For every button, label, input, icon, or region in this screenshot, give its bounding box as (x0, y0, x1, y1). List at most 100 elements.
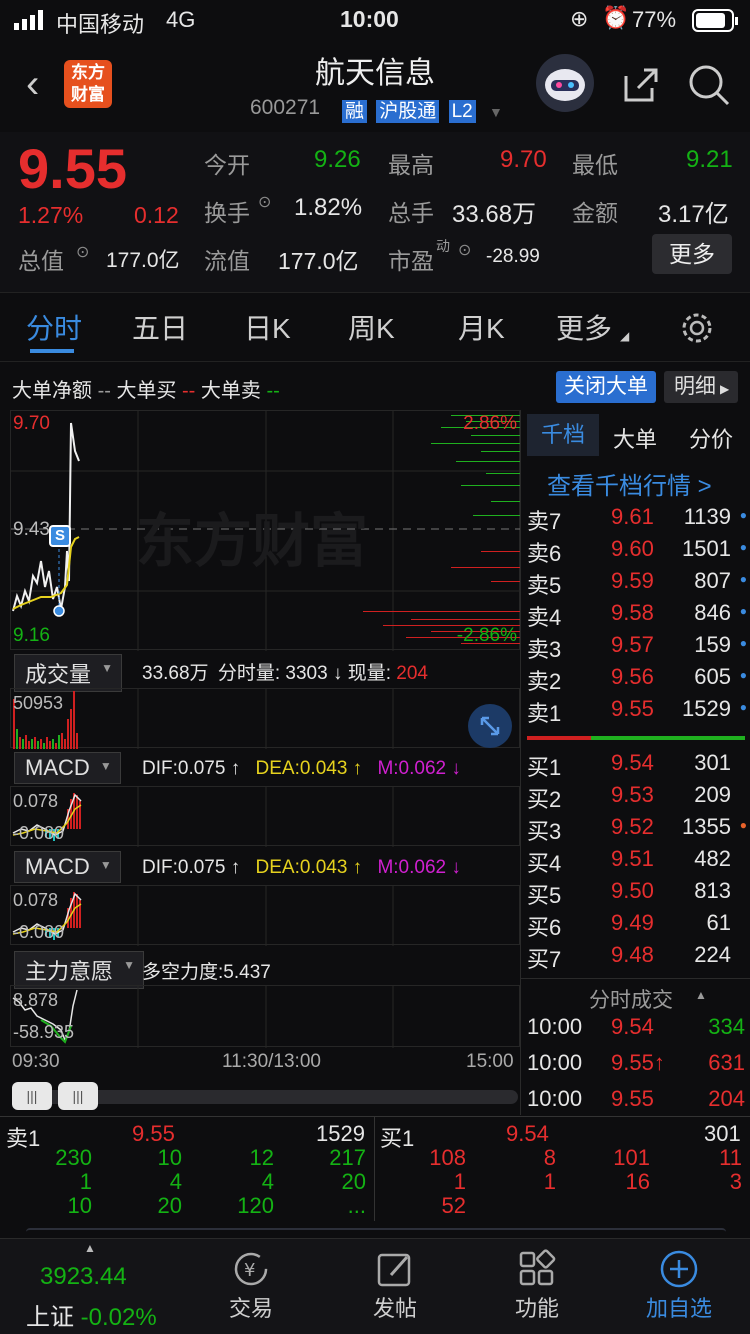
current-volume-value: 204 (396, 663, 428, 684)
open-value: 9.26 (314, 146, 361, 173)
amount-label: 金额 (572, 200, 618, 226)
collapse-up-icon[interactable]: ▲ (695, 988, 707, 1002)
search-icon[interactable] (686, 62, 732, 113)
bid-label: 买4 (527, 851, 562, 876)
queue-sell-price: 9.55 (132, 1121, 175, 1146)
queue-buy-cell: 16 (625, 1169, 650, 1194)
more-button[interactable]: 更多 (652, 234, 732, 274)
tab-daily-k[interactable]: 日K (244, 307, 291, 347)
dropdown-triangle-icon[interactable]: ▼ (489, 104, 503, 120)
ask-volume: 159 (694, 632, 731, 657)
axis-price-high: 9.70 (13, 413, 50, 434)
caret-up-icon[interactable]: ▲ (84, 1241, 96, 1255)
nav-trade[interactable]: ¥ 交易 (196, 1247, 306, 1323)
info-dots-icon[interactable]: ⊙ (76, 242, 89, 262)
index-value[interactable]: 3923.44 (40, 1263, 127, 1291)
s-signal-marker[interactable]: S (49, 525, 71, 547)
info-dots-icon[interactable]: ⊙ (258, 192, 271, 212)
ask-row[interactable]: 卖7 9.61 1139 ● (521, 504, 750, 536)
ask-row[interactable]: 卖2 9.56 605 ● (521, 664, 750, 696)
volume-chart[interactable]: 50953 (10, 688, 520, 749)
bid-volume: 301 (694, 750, 731, 775)
queue-sell-cell: 120 (237, 1193, 274, 1218)
trade-time: 10:00 (527, 1086, 583, 1111)
tab-weekly-k[interactable]: 周K (348, 307, 395, 347)
force-chart[interactable]: 8.878 -58.935 (10, 985, 520, 1048)
nav-functions[interactable]: 功能 (482, 1247, 592, 1323)
high-label: 最高 (388, 152, 434, 178)
bid-row[interactable]: 买7 9.48 224 (521, 942, 750, 974)
bid-row[interactable]: 买4 9.51 482 (521, 846, 750, 878)
badge-l2: L2 (448, 100, 476, 123)
legend-net-label: 大单净额 (12, 380, 92, 402)
share-icon[interactable] (618, 62, 662, 111)
queue-sell-cell: 20 (341, 1169, 366, 1194)
force-selector[interactable]: 主力意愿 (14, 951, 145, 989)
signal-icon (14, 10, 48, 36)
volume-selector[interactable]: 成交量 (14, 654, 123, 692)
tab-thousand-level[interactable]: 千档 (527, 414, 599, 456)
plus-circle-icon (624, 1247, 734, 1291)
ask-label: 卖5 (527, 573, 562, 598)
macd-selector-2[interactable]: MACD (14, 851, 121, 883)
dot-icon: ● (739, 700, 747, 714)
volume-total: 33.68万 (142, 663, 209, 684)
nav-functions-label: 功能 (514, 1296, 559, 1321)
chart-watermark: 东方财富 (136, 507, 368, 575)
bid-row[interactable]: 买2 9.53 209 (521, 782, 750, 814)
pull-handle[interactable] (26, 1228, 726, 1236)
carrier: 中国移动 (56, 12, 145, 37)
view-depth-link[interactable]: 查看千档行情 > (547, 466, 712, 501)
ask-row[interactable]: 卖1 9.55 1529 ● (521, 696, 750, 728)
ask-price: 9.58 (611, 600, 654, 625)
macd-readout: DIF:0.075 ↑ DEA:0.043 ↑ M:0.062 ↓ (142, 758, 461, 780)
ask-row[interactable]: 卖5 9.59 807 ● (521, 568, 750, 600)
legend-net-dash: -- (97, 380, 111, 402)
tab-price-distribution[interactable]: 分价 (689, 422, 733, 454)
macd-chart[interactable]: 0.078 -0.080 (10, 786, 520, 847)
macd-selector[interactable]: MACD (14, 752, 121, 784)
bid-price: 9.52 (611, 814, 654, 839)
bid-row[interactable]: 买6 9.49 61 (521, 910, 750, 942)
tab-more[interactable]: 更多 (556, 307, 612, 347)
queue-sell-cell: 217 (329, 1145, 366, 1170)
gear-icon[interactable] (678, 309, 716, 352)
order-book: 千档 大单 分价 查看千档行情 > 卖7 9.61 1139 ● 卖6 9.60 1501 ●… (520, 410, 750, 1115)
badge-margin: 融 (342, 100, 368, 123)
bid-row[interactable]: 买5 9.50 813 (521, 878, 750, 910)
pe-sup: 动 (436, 238, 450, 254)
nav-post[interactable]: 发帖 (340, 1247, 450, 1323)
nav-trade-label: 交易 (228, 1296, 273, 1321)
turnover-value: 1.82% (294, 194, 363, 221)
tab-monthly-k[interactable]: 月K (458, 307, 505, 347)
bid-row[interactable]: 买1 9.54 301 (521, 750, 750, 782)
robot-avatar[interactable] (536, 54, 594, 112)
bid-label: 买1 (527, 755, 562, 780)
axis-pct-low: -2.86% (456, 625, 517, 646)
trade-time: 10:00 (527, 1050, 583, 1075)
tab-intraday[interactable]: 分时 (26, 307, 82, 347)
tab-big-order[interactable]: 大单 (613, 422, 657, 454)
ask-row[interactable]: 卖4 9.58 846 ● (521, 600, 750, 632)
tab-five-day[interactable]: 五日 (132, 307, 188, 347)
trades-title[interactable]: 分时成交 (589, 984, 673, 1014)
macd-chart-2[interactable]: 0.078 -0.080 (10, 885, 520, 946)
detail-button-label: 明细 (674, 375, 716, 398)
scroll-handle-right[interactable]: ||| (58, 1082, 98, 1110)
index-info[interactable]: 上证 -0.02% (26, 1297, 157, 1332)
info-dots-icon[interactable]: ⊙ (458, 240, 471, 260)
queue-buy-cell: 11 (719, 1145, 742, 1170)
bid-row[interactable]: 买3 9.52 1355 ● (521, 814, 750, 846)
force-selector-label: 主力意愿 (14, 951, 145, 989)
axis-force-bottom: -58.935 (13, 1022, 75, 1042)
ask-row[interactable]: 卖6 9.60 1501 ● (521, 536, 750, 568)
expand-icon[interactable] (468, 704, 512, 748)
scroll-handle-left[interactable]: ||| (12, 1082, 52, 1110)
bid-label: 买3 (527, 819, 562, 844)
price-chart[interactable]: 东方财富 S 9.70 9.43 9.16 2.86% -2.86% (10, 410, 521, 651)
axis-macd-bottom: -0.080 (13, 823, 65, 843)
nav-add-watchlist[interactable]: 加自选 (624, 1247, 734, 1323)
close-big-order-button[interactable]: 关闭大单 (556, 371, 656, 403)
ask-row[interactable]: 卖3 9.57 159 ● (521, 632, 750, 664)
detail-button[interactable]: 明细 ▶ (664, 371, 738, 403)
